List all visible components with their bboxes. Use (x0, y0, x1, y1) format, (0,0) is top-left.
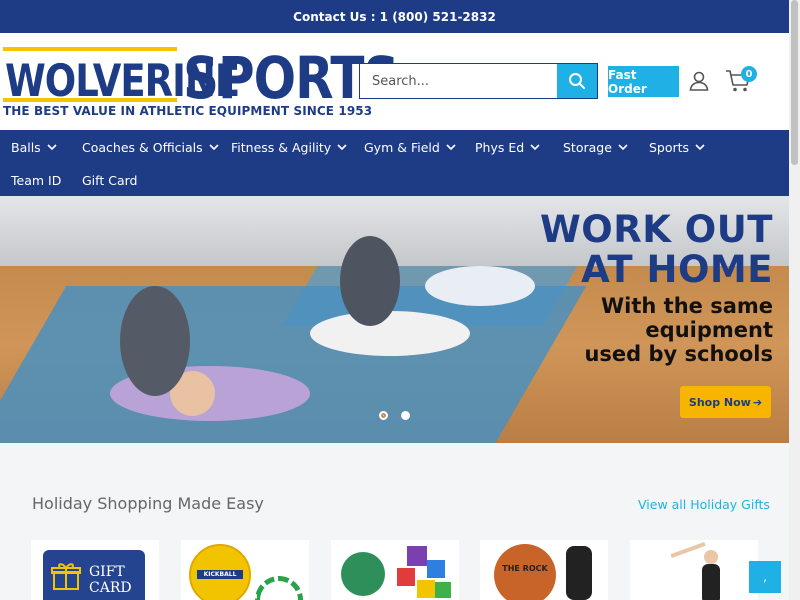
hero-headline: WORK OUT AT HOME (540, 210, 773, 290)
product-card-basketball[interactable]: THE ROCK (480, 540, 608, 600)
hero-banner[interactable]: WORK OUT AT HOME With the same equipment… (0, 196, 789, 443)
shop-now-button[interactable]: Shop Now ➔ (680, 386, 771, 418)
gift-card-image: GIFT CARD (43, 550, 145, 600)
nav-item-label: Balls (11, 139, 41, 155)
gift-box-icon (51, 563, 81, 590)
chevron-down-icon (446, 144, 456, 150)
chat-button[interactable]: , (749, 561, 781, 593)
scrollbar-thumb[interactable] (791, 0, 798, 165)
foam-dice-image (417, 580, 435, 598)
nav-item-label: Team ID (11, 172, 62, 188)
hero-headline-line2: AT HOME (581, 248, 773, 291)
basketball-label: THE ROCK (502, 564, 548, 573)
exerciser-image (425, 266, 535, 306)
exerciser-image (310, 311, 470, 356)
exerciser-image (340, 236, 400, 326)
yoga-model-image (704, 550, 718, 564)
nav-item-gym-field[interactable]: Gym & Field (364, 137, 456, 157)
gift-card-word1: GIFT (89, 564, 125, 580)
product-card-gift-card[interactable]: GIFT CARD (31, 540, 159, 600)
hero-headline-line1: WORK OUT (539, 208, 773, 251)
chevron-down-icon (695, 144, 705, 150)
logo-stripe-bottom (3, 98, 177, 102)
nav-item-sports[interactable]: Sports (649, 137, 705, 157)
ball-bag-image (566, 546, 592, 600)
search-icon (569, 73, 585, 89)
nav-item-phys-ed[interactable]: Phys Ed (475, 137, 540, 157)
yoga-mat-image (0, 286, 587, 443)
nav-item-label: Gym & Field (364, 139, 440, 155)
nav-item-gift-card[interactable]: Gift Card (82, 170, 137, 190)
chevron-down-icon (209, 144, 219, 150)
basketball-image: THE ROCK (494, 544, 556, 600)
contact-phone-link[interactable]: Contact Us : 1 (800) 521-2832 (293, 10, 496, 24)
hero-sub-line2: equipment (645, 318, 773, 342)
yoga-model-image (702, 564, 720, 600)
chevron-down-icon (337, 144, 347, 150)
hero-sub-line3: used by schools (584, 342, 773, 366)
cart-count-badge: 0 (741, 66, 757, 82)
ball-image (341, 552, 385, 596)
nav-item-fitness-agility[interactable]: Fitness & Agility (231, 137, 347, 157)
nav-item-coaches-officials[interactable]: Coaches & Officials (82, 137, 219, 157)
nav-item-label: Coaches & Officials (82, 139, 203, 155)
chevron-down-icon (47, 144, 57, 150)
kickball-image: KICKBALL (189, 544, 251, 600)
chevron-down-icon (618, 144, 628, 150)
section-title: Holiday Shopping Made Easy (32, 494, 264, 513)
yoga-model-image (670, 541, 706, 559)
nav-item-label: Phys Ed (475, 139, 525, 155)
arrow-right-icon: ➔ (752, 395, 763, 409)
foam-dice-image (407, 546, 427, 566)
shop-now-label: Shop Now (688, 395, 751, 409)
logo-stripe-top (3, 47, 177, 51)
product-card-yoga[interactable] (630, 540, 758, 600)
product-card-dice-ball[interactable] (331, 540, 459, 600)
search-button[interactable] (557, 64, 597, 98)
fast-order-button[interactable]: Fast Order (608, 66, 679, 97)
nav-item-storage[interactable]: Storage (563, 137, 628, 157)
site-header: WOLVERINE SPORTS THE BEST VALUE IN ATHLE… (0, 33, 789, 130)
nav-item-team-id[interactable]: Team ID (11, 170, 61, 190)
jump-rope-image (255, 576, 303, 600)
foam-dice-image (397, 568, 415, 586)
search-input[interactable] (360, 64, 557, 98)
contact-bar: Contact Us : 1 (800) 521-2832 (0, 0, 789, 33)
search-form (359, 63, 598, 99)
logo-tagline: THE BEST VALUE IN ATHLETIC EQUIPMENT SIN… (3, 104, 373, 118)
nav-item-balls[interactable]: Balls (11, 137, 57, 157)
hero-subheadline: With the same equipment used by schools (584, 294, 773, 366)
foam-dice-image (427, 560, 445, 578)
nav-item-label: Gift Card (82, 172, 138, 188)
exerciser-image (120, 286, 190, 396)
product-card-kickball[interactable]: KICKBALL (181, 540, 309, 600)
site-logo[interactable]: WOLVERINE SPORTS THE BEST VALUE IN ATHLE… (3, 45, 400, 120)
nav-item-label: Sports (649, 139, 690, 155)
user-icon[interactable] (689, 71, 709, 91)
slide-dot-1[interactable] (379, 411, 388, 420)
nav-item-label: Fitness & Agility (231, 139, 332, 155)
gift-card-word2: CARD (89, 580, 132, 596)
gift-card-text: GIFT CARD (89, 564, 132, 596)
hero-sub-line1: With the same (601, 294, 773, 318)
kickball-label: KICKBALL (197, 570, 243, 579)
view-all-holiday-link[interactable]: View all Holiday Gifts (638, 497, 770, 512)
nav-item-label: Storage (563, 139, 612, 155)
slide-dot-2[interactable] (401, 411, 410, 420)
main-nav: Balls Coaches & Officials Fitness & Agil… (0, 130, 789, 196)
chevron-down-icon (530, 144, 540, 150)
foam-dice-image (435, 582, 451, 598)
